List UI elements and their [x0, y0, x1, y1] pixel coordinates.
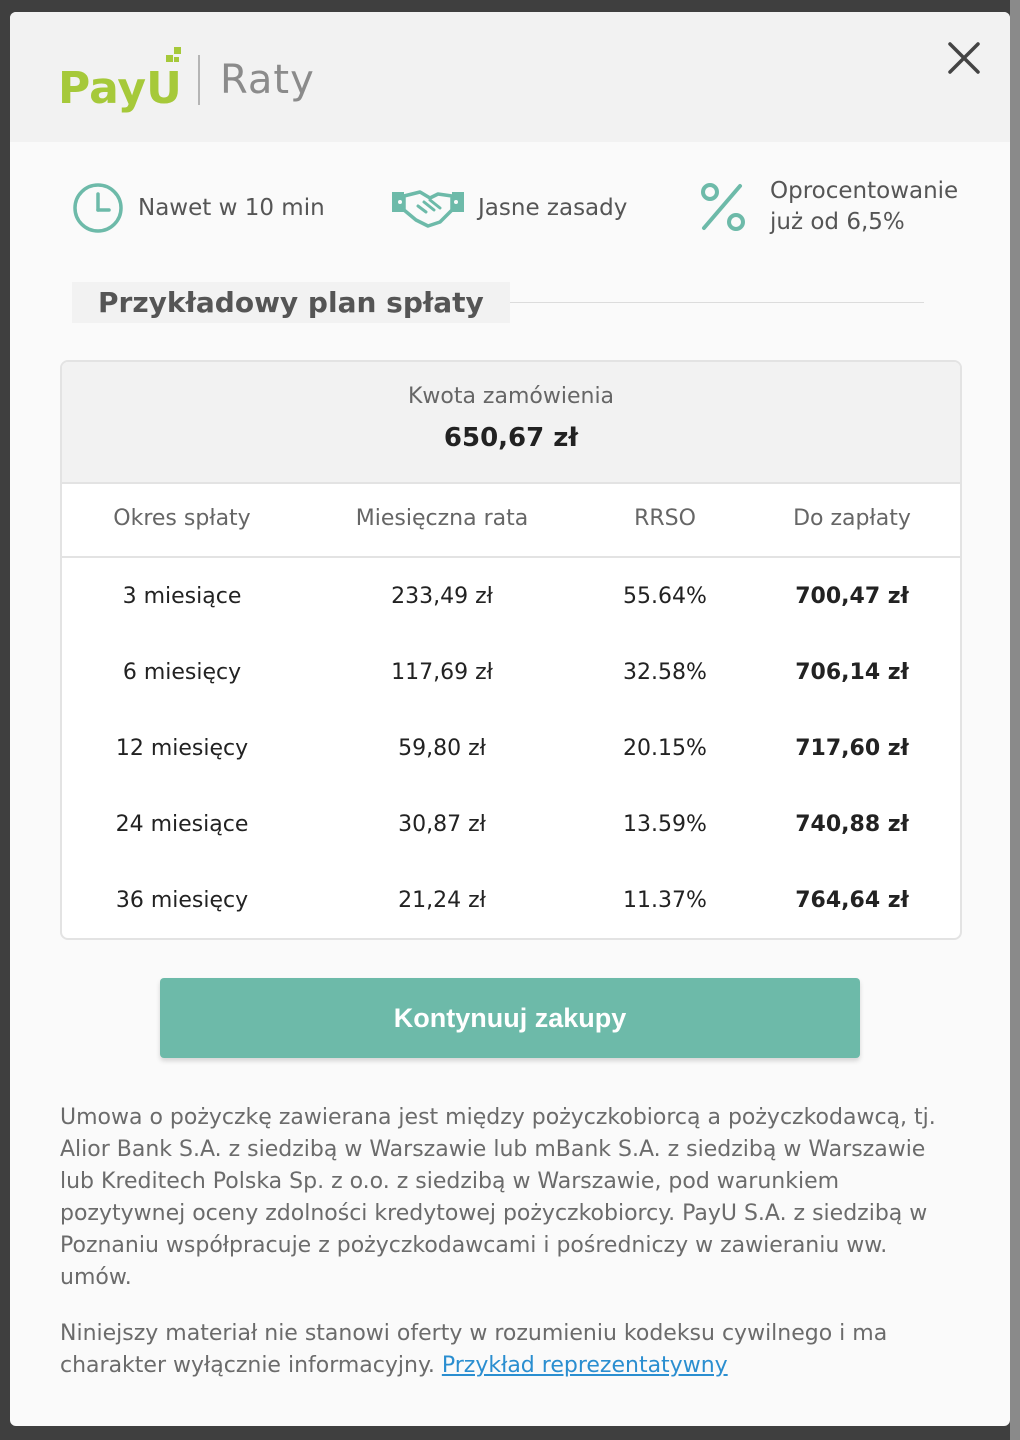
- row-rrso: 55.64%: [623, 584, 707, 609]
- column-header-monthly: Miesięczna rata: [355, 506, 529, 531]
- row-total: 700,47 zł: [795, 584, 909, 609]
- row-monthly: 21,24 zł: [398, 888, 486, 913]
- row-monthly: 233,49 zł: [391, 584, 493, 609]
- section-divider: [472, 302, 924, 303]
- feature-interest-line1: Oprocentowanie: [770, 178, 959, 204]
- brand-suffix: Raty: [220, 57, 315, 103]
- feature-speed: Nawet w 10 min: [72, 182, 325, 234]
- row-period: 24 miesiące: [115, 812, 249, 837]
- features-row: Nawet w 10 min Jasne zasady Oprocentowan…: [10, 178, 1010, 262]
- payu-raty-logo: PayU Raty: [58, 40, 315, 120]
- raty-modal: PayU Raty Nawet w 10 min Jasne zasady Op…: [10, 12, 1010, 1426]
- order-amount-header: Kwota zamówienia 650,67 zł: [62, 362, 960, 484]
- close-icon[interactable]: [946, 40, 982, 76]
- order-amount-label: Kwota zamówienia: [407, 384, 615, 409]
- table-row: 36 miesięcy 21,24 zł 11.37% 764,64 zł: [62, 864, 960, 938]
- row-total: 717,60 zł: [795, 736, 909, 761]
- section-title-row: Przykładowy plan spłaty: [72, 282, 932, 338]
- row-monthly: 59,80 zł: [398, 736, 486, 761]
- table-row: 24 miesiące 30,87 zł 13.59% 740,88 zł: [62, 788, 960, 864]
- clock-icon: [73, 183, 123, 233]
- plan-title: Przykładowy plan spłaty: [72, 282, 510, 323]
- representative-example-link[interactable]: Przykład reprezentatywny: [442, 1353, 728, 1378]
- feature-rules: Jasne zasady: [390, 182, 627, 234]
- legal-disclaimer: Umowa o pożyczkę zawierana jest między p…: [60, 1102, 960, 1406]
- row-rrso: 32.58%: [623, 660, 707, 685]
- row-period: 12 miesięcy: [115, 736, 249, 761]
- payu-logo-text: PayU: [58, 63, 182, 114]
- row-period: 3 miesiące: [122, 584, 242, 609]
- column-header-period: Okres spłaty: [113, 506, 251, 531]
- row-monthly: 117,69 zł: [391, 660, 493, 685]
- row-total: 740,88 zł: [795, 812, 909, 837]
- feature-rules-text: Jasne zasady: [478, 194, 628, 221]
- row-rrso: 11.37%: [623, 888, 707, 913]
- feature-interest: Oprocentowanie już od 6,5%: [698, 176, 958, 238]
- column-header-total: Do zapłaty: [793, 506, 911, 531]
- row-period: 6 miesięcy: [122, 660, 242, 685]
- feature-interest-line2: już od 6,5%: [770, 209, 905, 235]
- percent-icon: [701, 183, 745, 231]
- order-amount-value: 650,67 zł: [443, 423, 579, 453]
- table-row: 12 miesięcy 59,80 zł 20.15% 717,60 zł: [62, 712, 960, 788]
- table-row: 6 miesięcy 117,69 zł 32.58% 706,14 zł: [62, 636, 960, 712]
- legal-paragraph-loan: Umowa o pożyczkę zawierana jest między p…: [60, 1105, 936, 1290]
- row-rrso: 13.59%: [623, 812, 707, 837]
- column-header-rrso: RRSO: [634, 506, 696, 531]
- feature-speed-text: Nawet w 10 min: [138, 194, 325, 221]
- table-header: Okres spłaty Miesięczna rata RRSO Do zap…: [62, 484, 960, 558]
- row-monthly: 30,87 zł: [398, 812, 486, 837]
- logo-separator: [198, 55, 200, 105]
- payment-plan-table: Kwota zamówienia 650,67 zł Okres spłaty …: [60, 360, 962, 940]
- payu-logo: PayU: [58, 47, 182, 114]
- table-row: 3 miesiące 233,49 zł 55.64% 700,47 zł: [62, 560, 960, 636]
- row-total: 764,64 zł: [795, 888, 909, 913]
- handshake-icon: [392, 190, 464, 228]
- modal-header: PayU Raty: [10, 12, 1010, 142]
- feature-interest-text: Oprocentowanie już od 6,5%: [770, 176, 958, 238]
- table-body: 3 miesiące 233,49 zł 55.64% 700,47 zł 6 …: [62, 558, 960, 938]
- row-period: 36 miesięcy: [115, 888, 249, 913]
- legal-paragraph-info: Niniejszy materiał nie stanowi oferty w …: [60, 1318, 960, 1382]
- page-backdrop: [1010, 0, 1020, 1440]
- continue-shopping-button[interactable]: Kontynuuj zakupy: [160, 978, 860, 1058]
- row-total: 706,14 zł: [795, 660, 909, 685]
- row-rrso: 20.15%: [623, 736, 707, 761]
